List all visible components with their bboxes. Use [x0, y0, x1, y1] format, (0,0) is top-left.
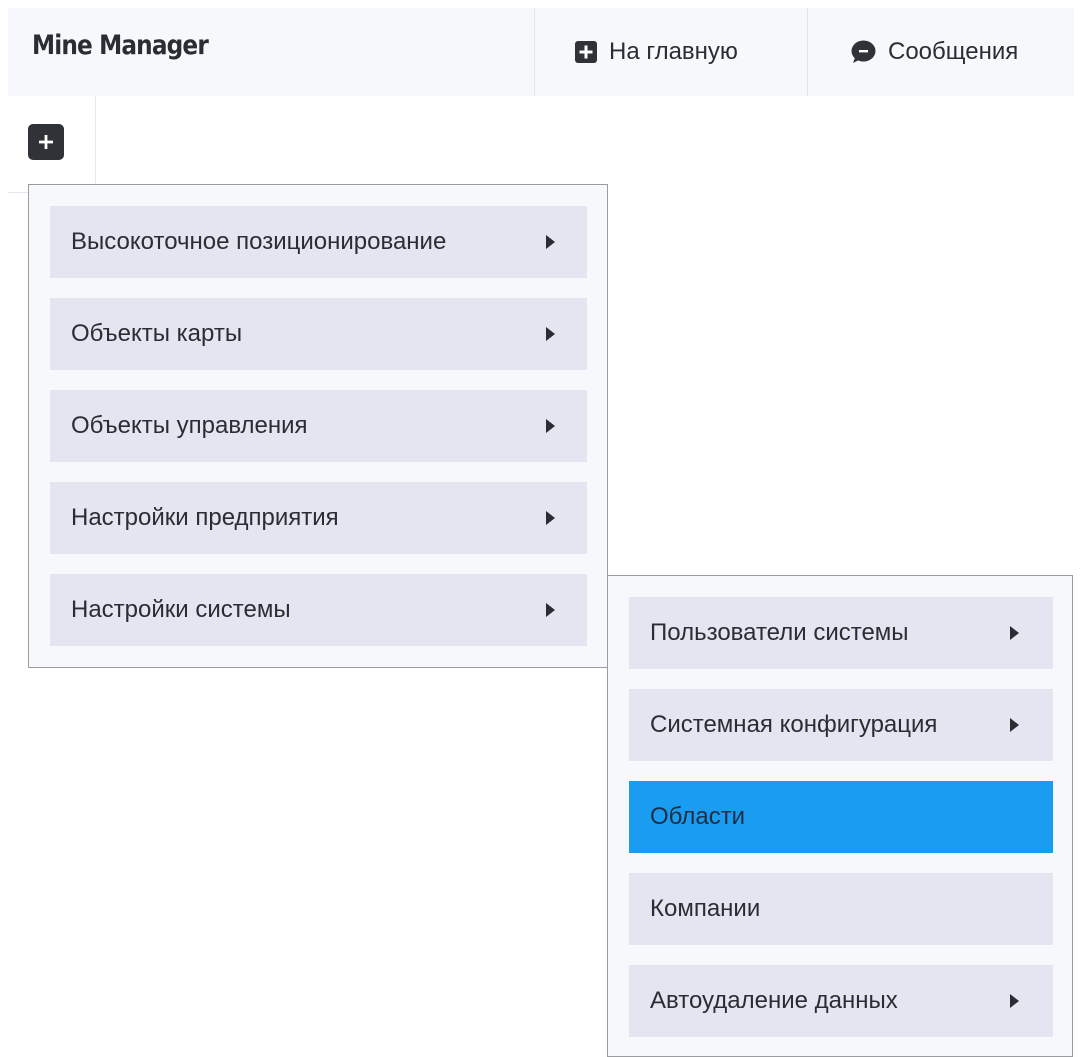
- messages-nav-label: Сообщения: [888, 38, 1019, 65]
- submenu-item-companies[interactable]: Компании: [629, 873, 1053, 945]
- menu-item-enterprise-settings[interactable]: Настройки предприятия: [50, 482, 587, 554]
- menu-item-label: Автоудаление данных: [650, 987, 898, 1014]
- menu-item-label: Области: [650, 803, 746, 830]
- menu-item-label: Объекты карты: [71, 320, 243, 347]
- menu-item-label: Настройки предприятия: [71, 504, 339, 531]
- plus-square-icon: [575, 41, 597, 63]
- messages-nav-button[interactable]: Сообщения: [807, 8, 1075, 96]
- caret-right-icon: [546, 419, 555, 433]
- menu-item-precise-positioning[interactable]: Высокоточное позиционирование: [50, 206, 587, 278]
- app-title: Mine Manager: [32, 30, 209, 61]
- chat-bubble-icon: [850, 40, 876, 64]
- top-header: Mine Manager На главную Сообщения: [8, 8, 1074, 96]
- menu-item-map-objects[interactable]: Объекты карты: [50, 298, 587, 370]
- add-menu-button[interactable]: [28, 124, 64, 160]
- caret-right-icon: [546, 603, 555, 617]
- submenu-item-system-configuration[interactable]: Системная конфигурация: [629, 689, 1053, 761]
- home-nav-button[interactable]: На главную: [534, 8, 807, 96]
- menu-item-system-settings[interactable]: Настройки системы: [50, 574, 587, 646]
- system-settings-submenu: Пользователи системы Системная конфигура…: [607, 575, 1073, 1057]
- sidebar: [8, 96, 96, 193]
- menu-item-label: Объекты управления: [71, 412, 308, 439]
- caret-right-icon: [1010, 626, 1019, 640]
- caret-right-icon: [546, 235, 555, 249]
- caret-right-icon: [1010, 994, 1019, 1008]
- menu-item-label: Пользователи системы: [650, 619, 909, 646]
- menu-item-label: Компании: [650, 895, 761, 922]
- menu-item-label: Системная конфигурация: [650, 711, 938, 738]
- menu-item-control-objects[interactable]: Объекты управления: [50, 390, 587, 462]
- home-nav-label: На главную: [609, 38, 738, 65]
- caret-right-icon: [546, 327, 555, 341]
- submenu-item-auto-delete-data[interactable]: Автоудаление данных: [629, 965, 1053, 1037]
- menu-item-label: Высокоточное позиционирование: [71, 228, 447, 255]
- caret-right-icon: [546, 511, 555, 525]
- submenu-item-areas[interactable]: Области: [629, 781, 1053, 853]
- plus-icon: [38, 134, 54, 150]
- submenu-item-system-users[interactable]: Пользователи системы: [629, 597, 1053, 669]
- caret-right-icon: [1010, 718, 1019, 732]
- main-dropdown-menu: Высокоточное позиционирование Объекты ка…: [28, 184, 608, 668]
- menu-item-label: Настройки системы: [71, 596, 291, 623]
